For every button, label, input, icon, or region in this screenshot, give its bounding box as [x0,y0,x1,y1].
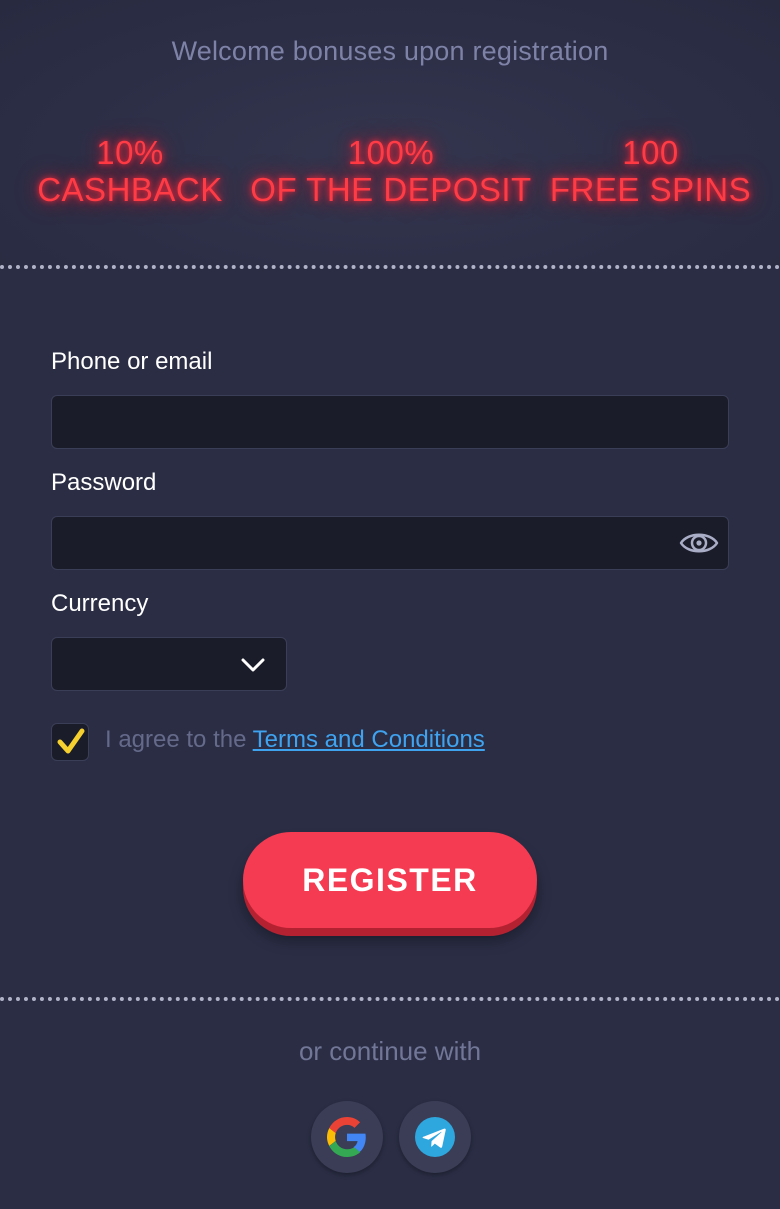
bonus-value: 100% [347,134,435,171]
welcome-heading: Welcome bonuses upon registration [171,36,609,66]
telegram-login-button[interactable] [399,1101,471,1173]
bonus-label: OF THE DEPOSIT [250,171,532,208]
terms-agreement: I agree to the Terms and Conditions [105,726,485,754]
bonus-label: FREE SPINS [549,171,752,208]
registration-page: Welcome bonuses upon registration 10% CA… [0,0,780,1209]
password-input[interactable] [51,516,729,570]
phone-email-label: Phone or email [51,348,213,375]
bonus-cashback: 10% CASHBACK [30,134,230,208]
agree-prefix: I agree to the [105,726,253,753]
terms-link[interactable]: Terms and Conditions [253,726,485,753]
google-icon [327,1117,366,1157]
bonus-value: 100 [622,134,679,171]
bonus-deposit: 100% OF THE DEPOSIT [246,134,536,208]
bonus-free-spins: 100 FREE SPINS [548,134,753,208]
eye-icon[interactable] [678,526,720,560]
currency-select[interactable] [51,637,287,691]
phone-email-input[interactable] [51,395,729,449]
chevron-down-icon [240,656,266,674]
bonus-value: 10% [96,134,164,171]
bonus-header: Welcome bonuses upon registration 10% CA… [0,0,780,266]
telegram-icon [415,1117,455,1157]
password-label: Password [51,469,157,496]
divider [0,997,780,1001]
checkmark-icon [56,727,86,757]
bonus-label: CASHBACK [37,171,223,208]
terms-checkbox[interactable] [51,723,89,761]
google-login-button[interactable] [311,1101,383,1173]
continue-with-text: or continue with [298,1036,482,1066]
register-button[interactable]: REGISTER [243,832,537,928]
divider [0,265,780,269]
currency-label: Currency [51,590,149,617]
